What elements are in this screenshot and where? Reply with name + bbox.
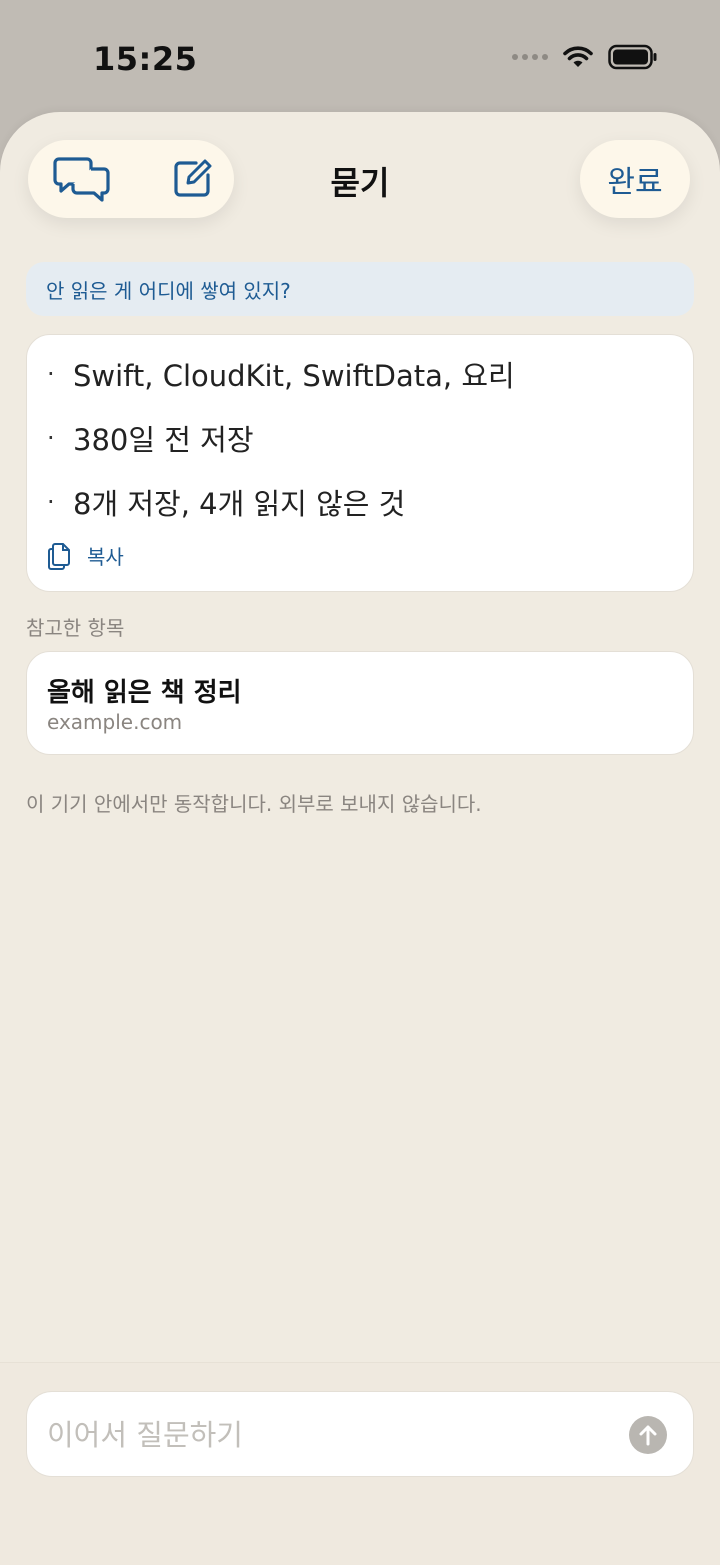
send-button[interactable] (629, 1416, 667, 1454)
user-question-bubble: 안 읽은 게 어디에 쌓여 있지? (26, 262, 694, 316)
follow-up-input-container (26, 1391, 694, 1478)
copy-button[interactable]: 복사 (47, 541, 124, 570)
copy-icon (48, 542, 70, 570)
status-time: 15:25 (93, 40, 198, 78)
status-icons (512, 44, 658, 70)
answer-bullet: · 380일 전 저장 (47, 417, 254, 459)
answer-card: · Swift, CloudKit, SwiftData, 요리 · 380일 … (26, 334, 694, 592)
reference-title: 올해 읽은 책 정리 (47, 678, 242, 708)
answer-bullet: · 8개 저장, 4개 읽지 않은 것 (47, 481, 405, 523)
ask-sheet: 묻기 완료 안 읽은 게 어디에 쌓여 있지? · Swift, CloudKi… (0, 112, 720, 1565)
wifi-icon (563, 46, 593, 67)
bullet-text: Swift, CloudKit, SwiftData, 요리 (73, 359, 515, 393)
arrow-up-icon (639, 1425, 657, 1446)
reference-item[interactable]: 올해 읽은 책 정리 example.com (26, 651, 694, 755)
done-button[interactable]: 완료 (580, 140, 690, 218)
cellular-signal-icon (512, 54, 548, 60)
follow-up-input[interactable] (47, 1392, 607, 1478)
bullet-dot: · (47, 360, 55, 388)
privacy-disclaimer: 이 기기 안에서만 동작합니다. 외부로 보내지 않습니다. (26, 792, 482, 816)
reference-url: example.com (47, 710, 183, 734)
bullet-dot: · (47, 488, 55, 516)
references-label: 참고한 항목 (26, 616, 125, 640)
bullet-text: 380일 전 저장 (73, 423, 254, 457)
copy-label: 복사 (87, 545, 124, 569)
status-bar: 15:25 (0, 0, 720, 112)
bullet-text: 8개 저장, 4개 읽지 않은 것 (73, 487, 406, 521)
answer-bullet: · Swift, CloudKit, SwiftData, 요리 (47, 353, 515, 395)
bullet-dot: · (47, 424, 55, 452)
composer-area (0, 1362, 720, 1565)
battery-icon (608, 44, 657, 70)
